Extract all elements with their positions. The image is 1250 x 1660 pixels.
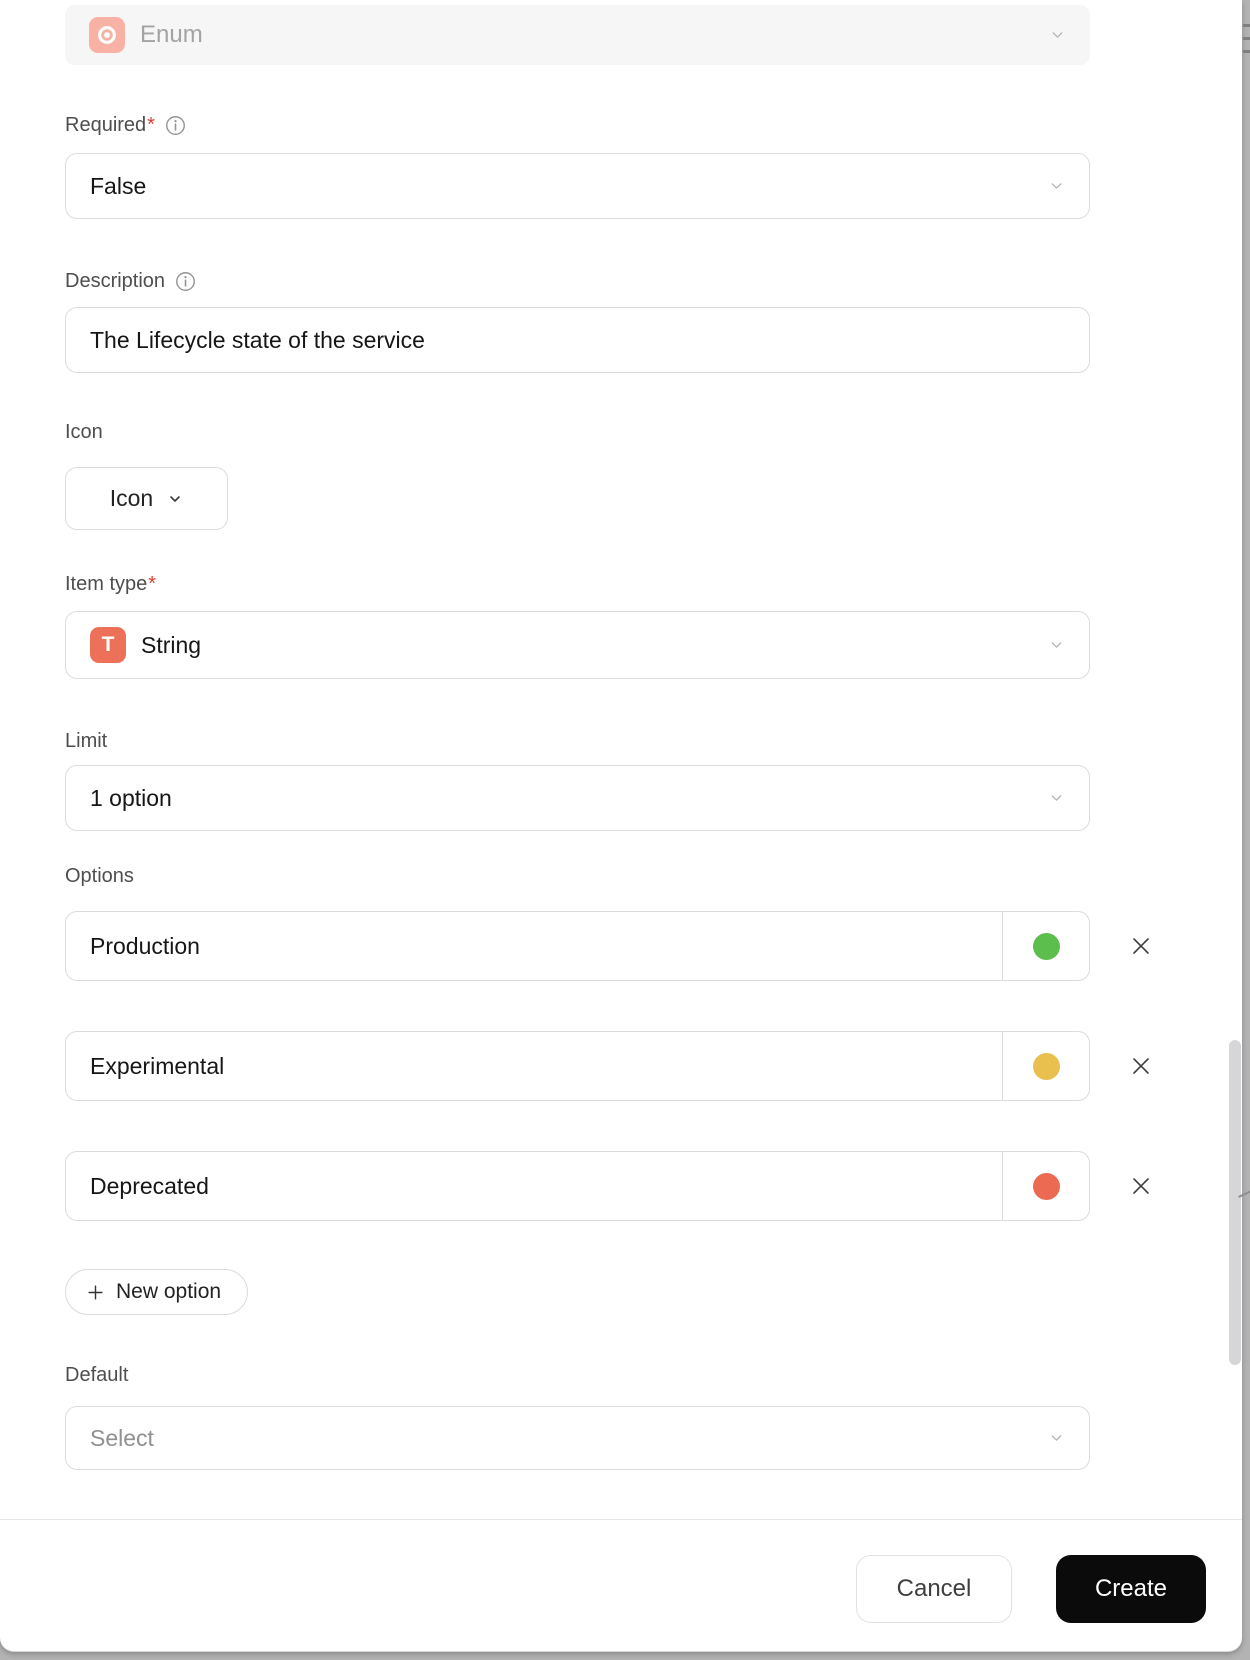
background-artifact	[1243, 50, 1250, 53]
limit-label: Limit	[65, 729, 108, 752]
info-icon[interactable]	[175, 271, 196, 292]
close-icon	[1133, 938, 1149, 954]
property-type-select[interactable]: Enum	[65, 5, 1090, 65]
create-property-dialog: Enum Required* False Description Icon Ic…	[0, 0, 1242, 1652]
description-field	[65, 307, 1090, 373]
description-input[interactable]	[90, 326, 1065, 354]
option-row	[65, 911, 1090, 981]
options-label: Options	[65, 864, 134, 887]
option-row	[65, 1031, 1090, 1101]
default-select[interactable]: Select	[65, 1406, 1090, 1470]
limit-value: 1 option	[90, 784, 172, 811]
cancel-button[interactable]: Cancel	[856, 1555, 1012, 1623]
item-type-asterisk: *	[148, 572, 157, 595]
item-type-value: String	[141, 631, 202, 658]
description-label: Description	[65, 268, 196, 294]
remove-option-button[interactable]	[1126, 931, 1156, 961]
chevron-down-icon	[1048, 637, 1065, 654]
remove-option-button[interactable]	[1126, 1051, 1156, 1081]
default-placeholder: Select	[90, 1424, 154, 1451]
close-icon	[1133, 1178, 1149, 1194]
option-color-picker[interactable]	[1002, 1032, 1089, 1100]
required-asterisk: *	[147, 113, 155, 136]
option-color-picker[interactable]	[1002, 1152, 1089, 1220]
chevron-down-icon	[1049, 27, 1066, 44]
background-artifact	[1243, 24, 1250, 27]
default-label: Default	[65, 1363, 129, 1386]
chevron-down-icon	[1048, 1430, 1065, 1447]
string-type-icon: T	[90, 627, 126, 663]
option-row	[65, 1151, 1090, 1221]
chevron-down-icon	[1048, 178, 1065, 195]
limit-select[interactable]: 1 option	[65, 765, 1090, 831]
new-option-button[interactable]: New option	[65, 1269, 249, 1315]
option-name-input[interactable]	[66, 912, 1002, 980]
item-type-label: Item type*	[65, 572, 157, 595]
option-color-dot-red	[1032, 1172, 1060, 1200]
info-icon[interactable]	[165, 115, 186, 136]
plus-icon	[86, 1283, 105, 1302]
new-option-label: New option	[116, 1280, 222, 1303]
required-label: Required*	[65, 112, 186, 138]
property-type-value: Enum	[140, 21, 203, 48]
icon-picker-label: Icon	[109, 485, 154, 511]
icon-label: Icon	[65, 420, 103, 443]
background-artifact	[1243, 37, 1250, 40]
option-color-dot-green	[1032, 932, 1060, 960]
footer-divider	[0, 1519, 1242, 1520]
create-button[interactable]: Create	[1056, 1555, 1206, 1623]
required-select[interactable]: False	[65, 153, 1090, 219]
icon-picker-button[interactable]: Icon	[65, 467, 228, 530]
option-name-input[interactable]	[66, 1152, 1002, 1220]
enum-icon	[89, 17, 125, 53]
chevron-down-icon	[167, 491, 183, 507]
required-value: False	[90, 172, 147, 199]
chevron-down-icon	[1048, 790, 1065, 807]
option-color-dot-yellow	[1032, 1052, 1060, 1080]
option-name-input[interactable]	[66, 1032, 1002, 1100]
option-color-picker[interactable]	[1002, 912, 1089, 980]
close-icon	[1133, 1058, 1149, 1074]
scrollbar-thumb[interactable]	[1229, 1040, 1241, 1365]
item-type-select[interactable]: T String	[65, 611, 1090, 679]
remove-option-button[interactable]	[1126, 1171, 1156, 1201]
